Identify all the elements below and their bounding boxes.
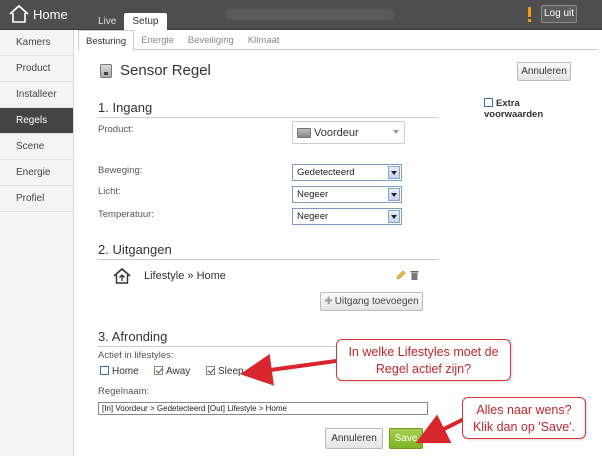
callout-arrows: [240, 353, 469, 444]
callout-lifestyles-line1: In welke Lifestyles moet de: [348, 345, 499, 359]
callout-save: Alles naar wens? Klik dan op 'Save'.: [462, 397, 586, 439]
arrow-to-lifestyles: [240, 353, 337, 386]
callout-lifestyles-line2: Regel actief zijn?: [375, 362, 472, 376]
callout-save-line2: Klik dan op 'Save'.: [472, 420, 576, 434]
callout-save-line1: Alles naar wens?: [476, 403, 572, 417]
callout-lifestyles: In welke Lifestyles moet de Regel actief…: [336, 339, 511, 381]
